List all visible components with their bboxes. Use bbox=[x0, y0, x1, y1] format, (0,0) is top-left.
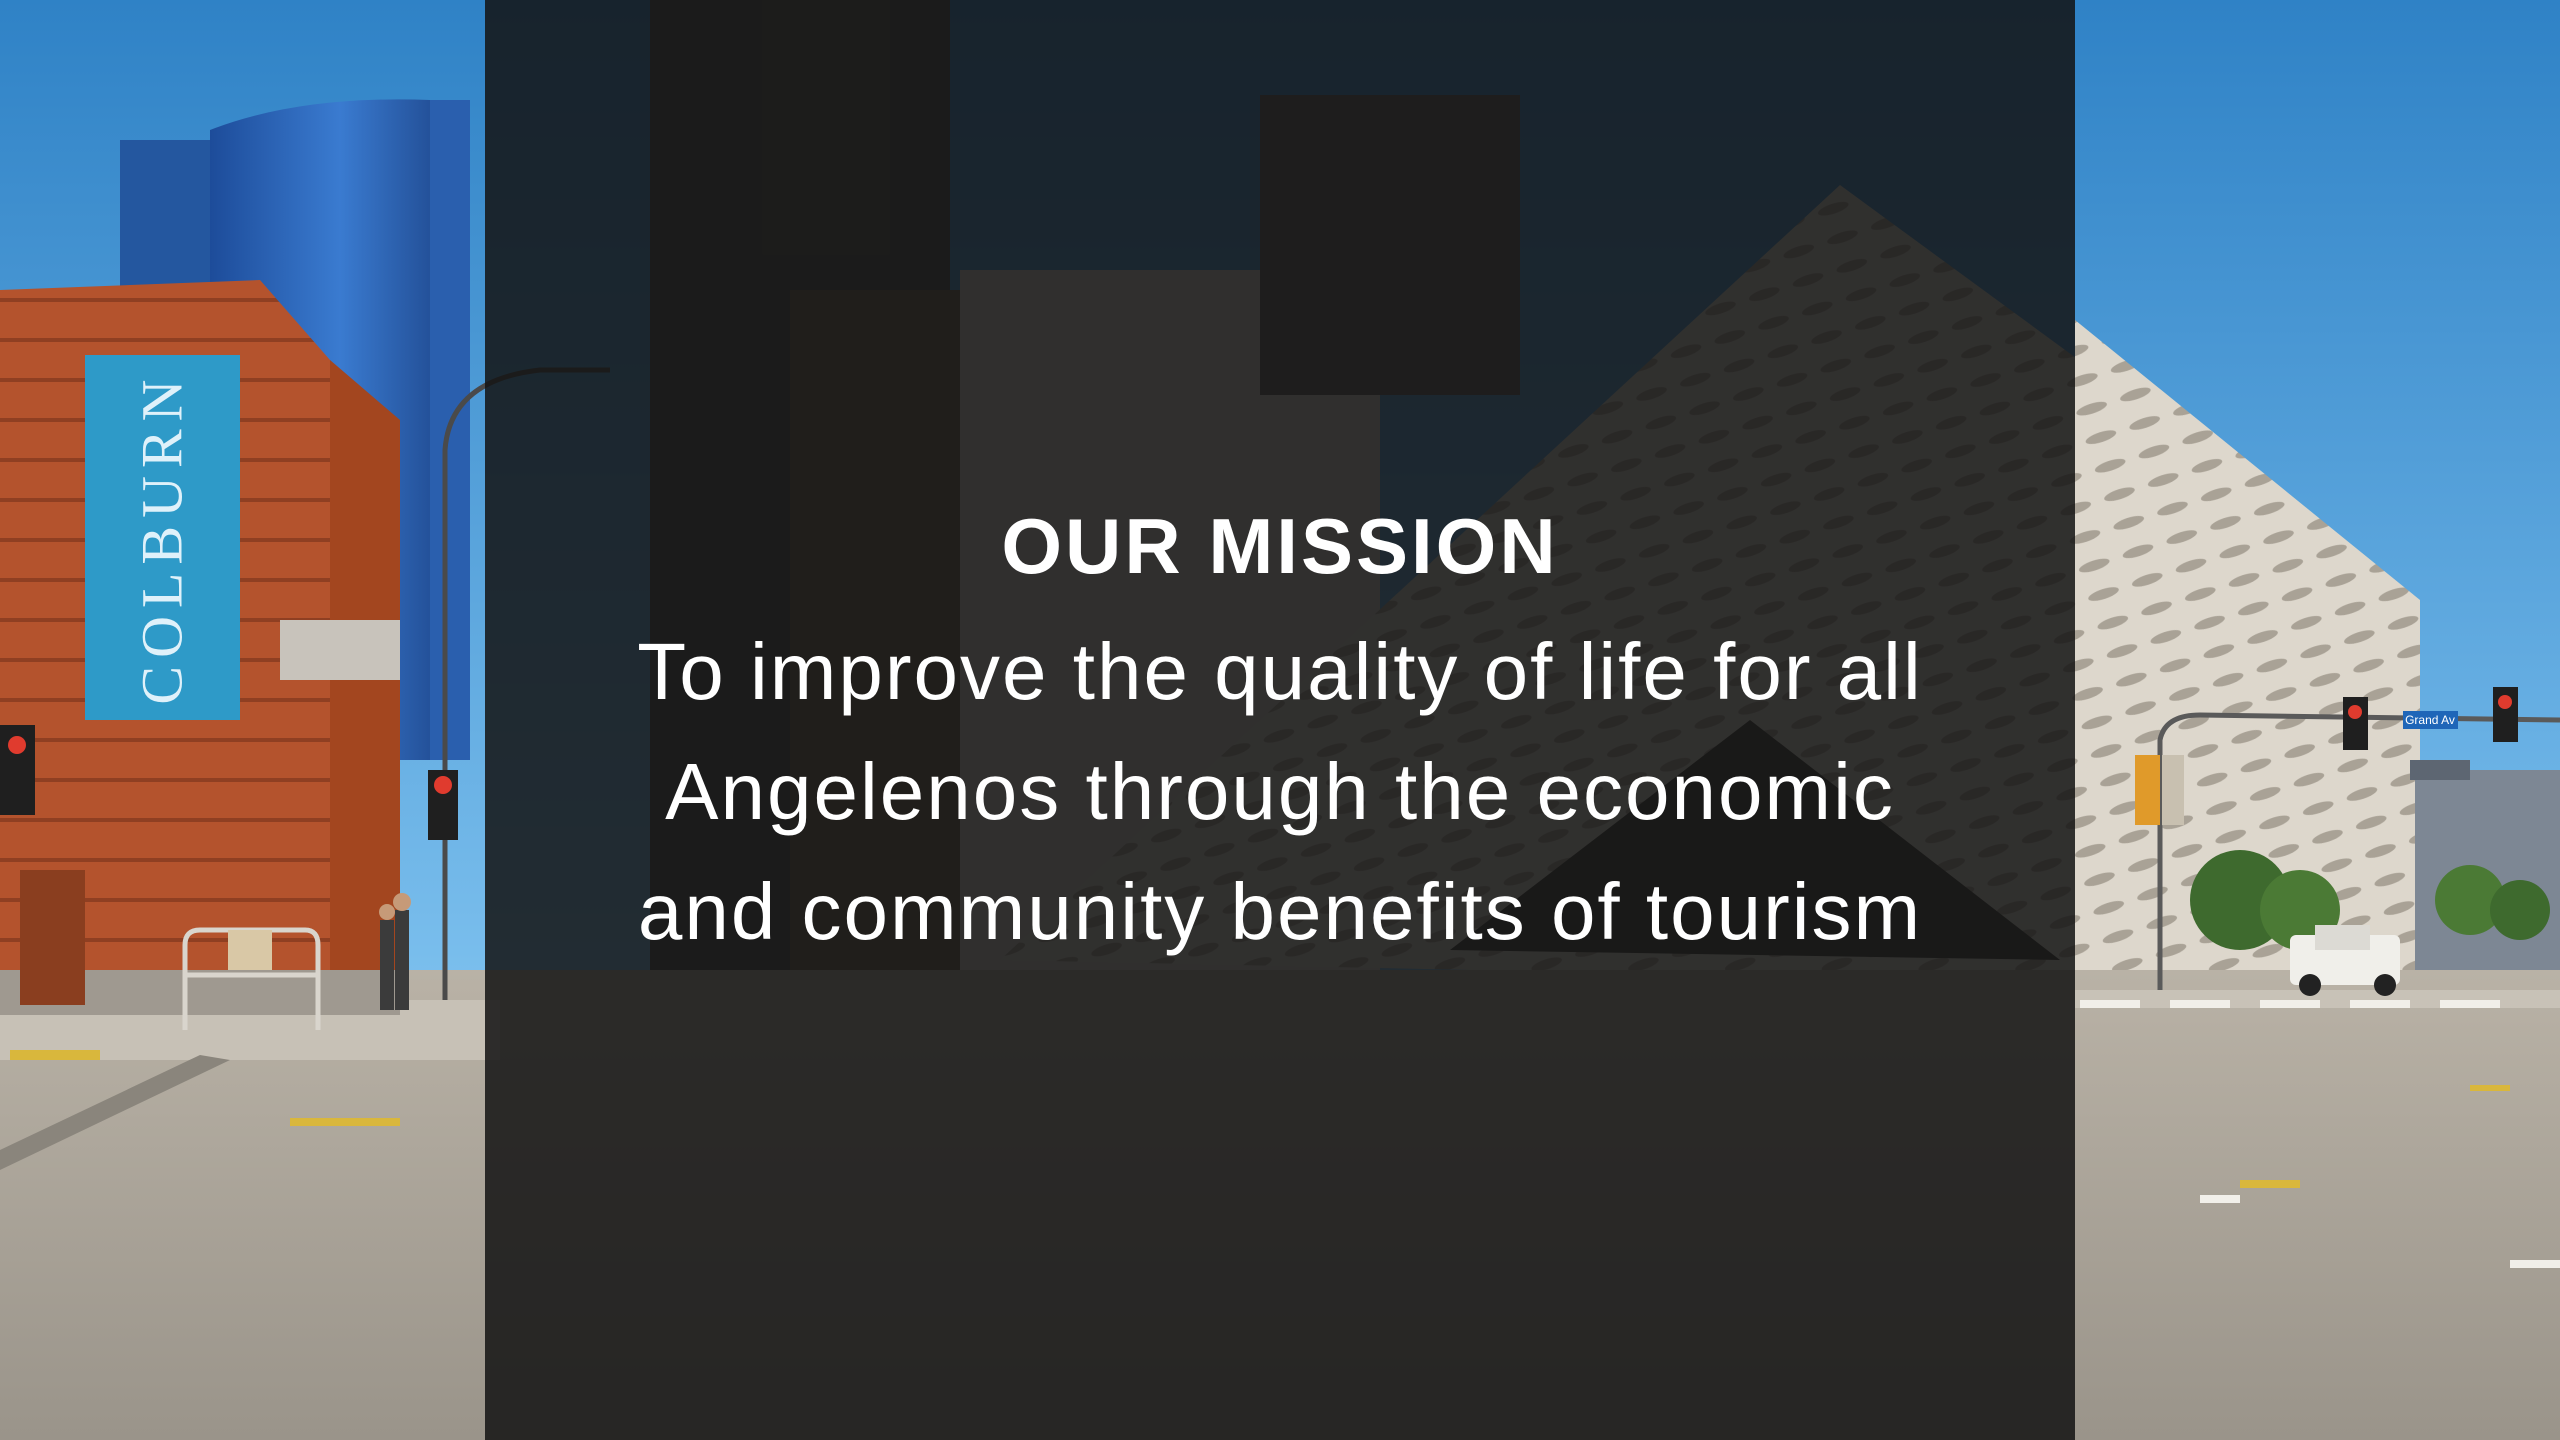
mission-line: Angelenos through the economic bbox=[665, 747, 1895, 836]
colburn-sign-text: COLBURN bbox=[130, 371, 195, 704]
traffic-light-right bbox=[2343, 697, 2368, 750]
mission-hero: COLBURN Grand Av OUR MISSION To improve … bbox=[0, 0, 2560, 1440]
street-sign-text: Grand Av bbox=[2405, 713, 2455, 727]
colburn-banner: COLBURN bbox=[85, 355, 240, 720]
mission-heading: OUR MISSION bbox=[1001, 502, 1559, 590]
mission-text: To improve the quality of life for all A… bbox=[530, 612, 2030, 972]
mission-line: and community benefits of tourism bbox=[637, 867, 1923, 956]
mission-line: To improve the quality of life for all bbox=[637, 627, 1923, 716]
mission-statement: OUR MISSION To improve the quality of li… bbox=[485, 0, 2075, 1440]
